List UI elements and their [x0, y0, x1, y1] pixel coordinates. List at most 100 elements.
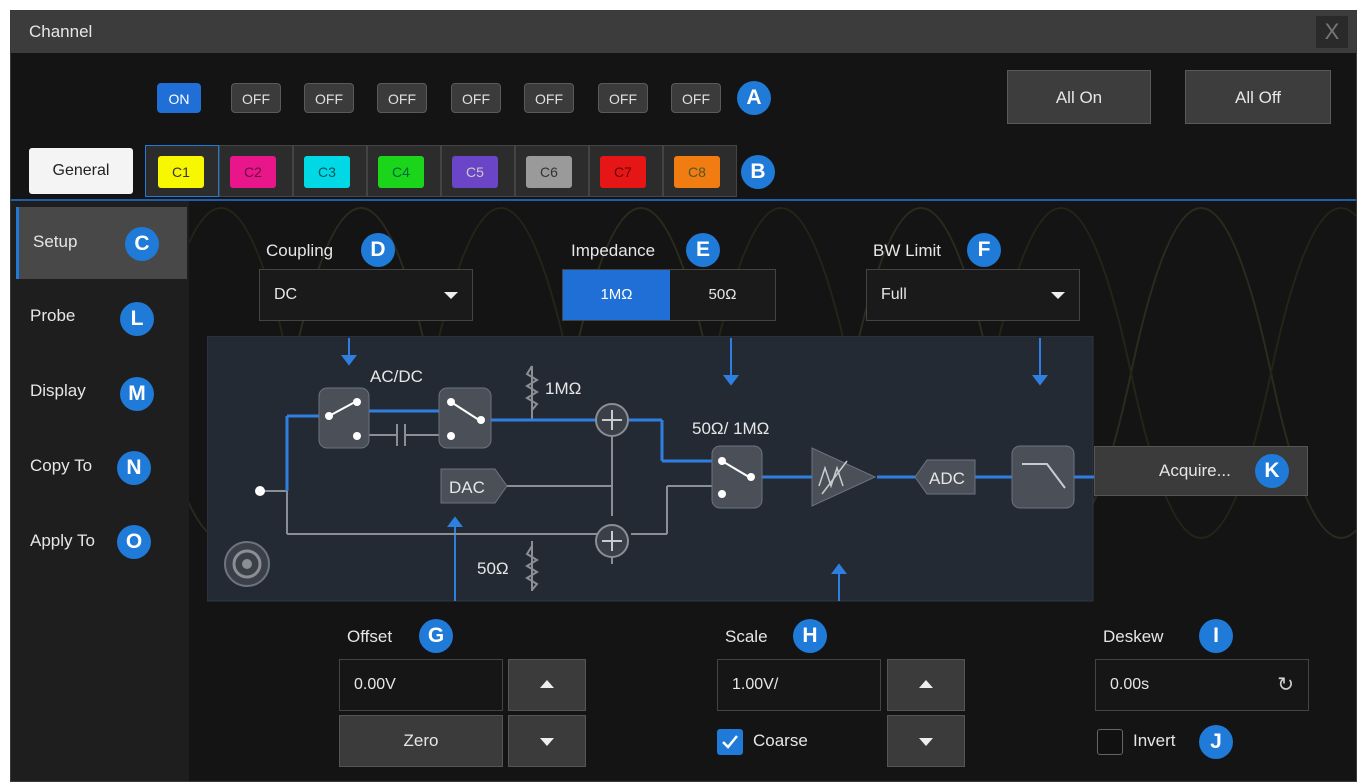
- sidebar-item-display[interactable]: Display: [16, 356, 184, 428]
- tab-c5[interactable]: C5: [441, 145, 515, 197]
- bandwidth-filter-icon: [1011, 445, 1075, 509]
- coupling-value: DC: [274, 286, 298, 303]
- chevron-down-icon: [919, 738, 933, 746]
- tab-c2-label: C2: [230, 156, 276, 188]
- tab-c3-label: C3: [304, 156, 350, 188]
- channel-5-switch[interactable]: OFF: [451, 83, 501, 113]
- impedance-1m-option[interactable]: 1MΩ: [563, 270, 670, 320]
- scale-value: 1.00V/: [732, 676, 779, 693]
- deskew-label: Deskew: [1103, 627, 1164, 646]
- refresh-icon[interactable]: ↻: [1277, 672, 1294, 697]
- all-off-button[interactable]: All Off: [1185, 70, 1331, 124]
- tab-c7-label: C7: [600, 156, 646, 188]
- channel-7-switch[interactable]: OFF: [598, 83, 648, 113]
- sidebar-item-probe[interactable]: Probe: [16, 281, 184, 353]
- channel-6-switch[interactable]: OFF: [524, 83, 574, 113]
- resistor-50-label: 50Ω: [477, 559, 509, 578]
- bw-limit-label: BW Limit: [873, 241, 941, 260]
- callout-f: F: [967, 233, 1001, 267]
- tab-c4[interactable]: C4: [367, 145, 441, 197]
- callout-b: B: [741, 155, 775, 189]
- dac-label: DAC: [449, 478, 485, 497]
- offset-zero-button[interactable]: Zero: [339, 715, 503, 767]
- tab-c3[interactable]: C3: [293, 145, 367, 197]
- channel-3-switch[interactable]: OFF: [304, 83, 354, 113]
- chevron-down-icon: [444, 292, 458, 299]
- scale-decrement-button[interactable]: [887, 715, 965, 767]
- channel-4-switch[interactable]: OFF: [377, 83, 427, 113]
- channel-1-switch[interactable]: ON: [157, 83, 201, 113]
- invert-checkbox[interactable]: [1097, 729, 1123, 755]
- channel-dialog: Channel X ON OFF OFF OFF OFF OFF OFF OFF…: [10, 10, 1357, 782]
- callout-a: A: [737, 81, 771, 115]
- scale-label: Scale: [725, 627, 768, 646]
- coupling-dropdown[interactable]: DC: [259, 269, 473, 321]
- offset-decrement-button[interactable]: [508, 715, 586, 767]
- callout-i: I: [1199, 619, 1233, 653]
- callout-j: J: [1199, 725, 1233, 759]
- impedance-50-option[interactable]: 50Ω: [670, 270, 775, 320]
- callout-c: C: [125, 227, 159, 261]
- scale-increment-button[interactable]: [887, 659, 965, 711]
- impedance-label: Impedance: [571, 241, 656, 260]
- callout-d: D: [361, 233, 395, 267]
- callout-n: N: [117, 451, 151, 485]
- invert-label: Invert: [1133, 731, 1176, 750]
- tab-general[interactable]: General: [29, 148, 133, 194]
- offset-input[interactable]: 0.00V: [339, 659, 503, 711]
- offset-value: 0.00V: [354, 676, 396, 693]
- tab-c1-label: C1: [158, 156, 204, 188]
- resistor-1m-label: 1MΩ: [545, 379, 581, 398]
- chevron-up-icon: [540, 680, 554, 688]
- coarse-checkbox[interactable]: [717, 729, 743, 755]
- sidebar-item-label: Apply To: [30, 531, 95, 550]
- sidebar-item-label: Probe: [30, 306, 76, 325]
- tab-c5-label: C5: [452, 156, 498, 188]
- impedance-selector: 1MΩ 50Ω: [562, 269, 776, 321]
- sidebar-item-label: Copy To: [30, 456, 93, 475]
- chevron-down-icon: [1051, 292, 1065, 299]
- deskew-value: 0.00s: [1110, 676, 1150, 693]
- coarse-label: Coarse: [753, 731, 808, 750]
- chevron-down-icon: [540, 738, 554, 746]
- callout-h: H: [793, 619, 827, 653]
- checkmark-icon: [722, 735, 738, 749]
- offset-increment-button[interactable]: [508, 659, 586, 711]
- impedance-switch-label: 50Ω/ 1MΩ: [692, 419, 769, 438]
- sidebar-item-setup[interactable]: Setup: [16, 207, 187, 279]
- close-button[interactable]: X: [1316, 16, 1348, 48]
- tab-divider: [11, 199, 1356, 201]
- coupling-label: Coupling: [266, 241, 334, 260]
- tab-c2[interactable]: C2: [219, 145, 293, 197]
- tab-c8[interactable]: C8: [663, 145, 737, 197]
- deskew-input[interactable]: 0.00s ↻: [1095, 659, 1309, 711]
- channel-2-switch[interactable]: OFF: [231, 83, 281, 113]
- offset-label: Offset: [347, 627, 393, 646]
- all-on-button[interactable]: All On: [1007, 70, 1151, 124]
- adc-label: ADC: [929, 469, 965, 488]
- sidebar-item-apply-to[interactable]: Apply To: [16, 506, 184, 578]
- sidebar-item-label: Setup: [33, 232, 78, 251]
- tab-c1[interactable]: C1: [145, 145, 219, 197]
- callout-g: G: [419, 619, 453, 653]
- sidebar-item-label: Display: [30, 381, 86, 400]
- tab-c7[interactable]: C7: [589, 145, 663, 197]
- sidebar-item-copy-to[interactable]: Copy To: [16, 431, 184, 503]
- acdc-label: AC/DC: [370, 367, 423, 386]
- callout-l: L: [120, 302, 154, 336]
- callout-m: M: [120, 377, 154, 411]
- bw-limit-value: Full: [881, 286, 907, 303]
- channel-8-switch[interactable]: OFF: [671, 83, 721, 113]
- chevron-up-icon: [919, 680, 933, 688]
- dialog-title: Channel: [29, 22, 93, 41]
- callout-o: O: [117, 525, 151, 559]
- callout-k: K: [1255, 454, 1289, 488]
- scale-input[interactable]: 1.00V/: [717, 659, 881, 711]
- tab-c6[interactable]: C6: [515, 145, 589, 197]
- callout-e: E: [686, 233, 720, 267]
- tab-c6-label: C6: [526, 156, 572, 188]
- tab-c4-label: C4: [378, 156, 424, 188]
- tab-c8-label: C8: [674, 156, 720, 188]
- title-bar: Channel X: [11, 11, 1356, 53]
- bw-limit-dropdown[interactable]: Full: [866, 269, 1080, 321]
